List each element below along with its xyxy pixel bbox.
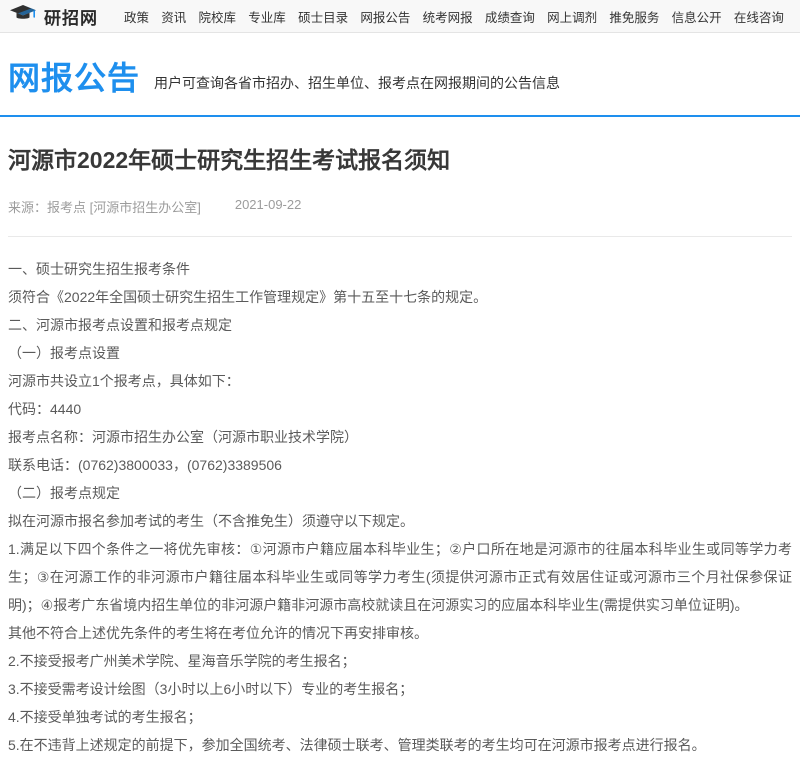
article-paragraph: 一、硕士研究生招生报考条件 bbox=[8, 255, 792, 283]
article-paragraph: 代码：4440 bbox=[8, 395, 792, 423]
nav-menu-item[interactable]: 成绩查询 bbox=[479, 7, 541, 26]
nav-menu-item[interactable]: 网上调剂 bbox=[541, 7, 603, 26]
article-paragraph: 河源市共设立1个报考点，具体如下： bbox=[8, 367, 792, 395]
nav-menu-item[interactable]: 网报公告 bbox=[354, 7, 416, 26]
article-paragraph: （一）报考点设置 bbox=[8, 339, 792, 367]
nav-menu: 政策 资讯 院校库 专业库 硕士目录 网报公告 统考网报 成绩查询 网上调剂 推… bbox=[118, 7, 790, 26]
site-logo-text: 研招网 bbox=[44, 4, 98, 29]
article-body: 一、硕士研究生招生报考条件 须符合《2022年全国硕士研究生招生工作管理规定》第… bbox=[8, 237, 792, 759]
nav-menu-item[interactable]: 统考网报 bbox=[417, 7, 479, 26]
article-meta: 来源：报考点 [河源市招生办公室] 2021-09-22 bbox=[8, 197, 792, 237]
section-header: 网报公告 用户可查询各省市招办、招生单位、报考点在网报期间的公告信息 bbox=[0, 33, 800, 117]
article-source: 来源：报考点 [河源市招生办公室] bbox=[8, 197, 201, 216]
nav-menu-item[interactable]: 院校库 bbox=[193, 7, 243, 26]
article-paragraph: 其他不符合上述优先条件的考生将在考位允许的情况下再安排审核。 bbox=[8, 619, 792, 647]
top-navigation-bar: 研招网 政策 资讯 院校库 专业库 硕士目录 网报公告 统考网报 成绩查询 网上… bbox=[0, 0, 800, 33]
nav-menu-item[interactable]: 推免服务 bbox=[603, 7, 665, 26]
graduation-cap-icon bbox=[10, 4, 38, 29]
article-paragraph: 拟在河源市报名参加考试的考生（不含推免生）须遵守以下规定。 bbox=[8, 507, 792, 535]
article-paragraph: （二）报考点规定 bbox=[8, 479, 792, 507]
nav-menu-item[interactable]: 政策 bbox=[118, 7, 155, 26]
article-paragraph: 5.在不违背上述规定的前提下，参加全国统考、法律硕士联考、管理类联考的考生均可在… bbox=[8, 731, 792, 759]
nav-menu-item[interactable]: 硕士目录 bbox=[292, 7, 354, 26]
article-paragraph: 须符合《2022年全国硕士研究生招生工作管理规定》第十五至十七条的规定。 bbox=[8, 283, 792, 311]
nav-menu-item[interactable]: 在线咨询 bbox=[728, 7, 790, 26]
nav-menu-item[interactable]: 专业库 bbox=[242, 7, 292, 26]
article-date: 2021-09-22 bbox=[235, 197, 302, 216]
nav-menu-item[interactable]: 信息公开 bbox=[666, 7, 728, 26]
article-paragraph: 联系电话：(0762)3800033，(0762)3389506 bbox=[8, 451, 792, 479]
section-title: 网报公告 bbox=[8, 53, 140, 99]
article-paragraph: 1.满足以下四个条件之一将优先审核：①河源市户籍应届本科毕业生；②户口所在地是河… bbox=[8, 535, 792, 619]
article-paragraph: 报考点名称：河源市招生办公室（河源市职业技术学院） bbox=[8, 423, 792, 451]
article-paragraph: 2.不接受报考广州美术学院、星海音乐学院的考生报名； bbox=[8, 647, 792, 675]
article-paragraph: 二、河源市报考点设置和报考点规定 bbox=[8, 311, 792, 339]
article-title: 河源市2022年硕士研究生招生考试报名须知 bbox=[8, 147, 792, 175]
site-logo[interactable]: 研招网 bbox=[10, 4, 98, 29]
article-paragraph: 4.不接受单独考试的考生报名； bbox=[8, 703, 792, 731]
nav-menu-item[interactable]: 资讯 bbox=[155, 7, 192, 26]
announcement-article: 河源市2022年硕士研究生招生考试报名须知 来源：报考点 [河源市招生办公室] … bbox=[0, 147, 800, 759]
article-paragraph: 3.不接受需考设计绘图（3小时以上6小时以下）专业的考生报名； bbox=[8, 675, 792, 703]
section-subtitle: 用户可查询各省市招办、招生单位、报考点在网报期间的公告信息 bbox=[154, 73, 560, 93]
